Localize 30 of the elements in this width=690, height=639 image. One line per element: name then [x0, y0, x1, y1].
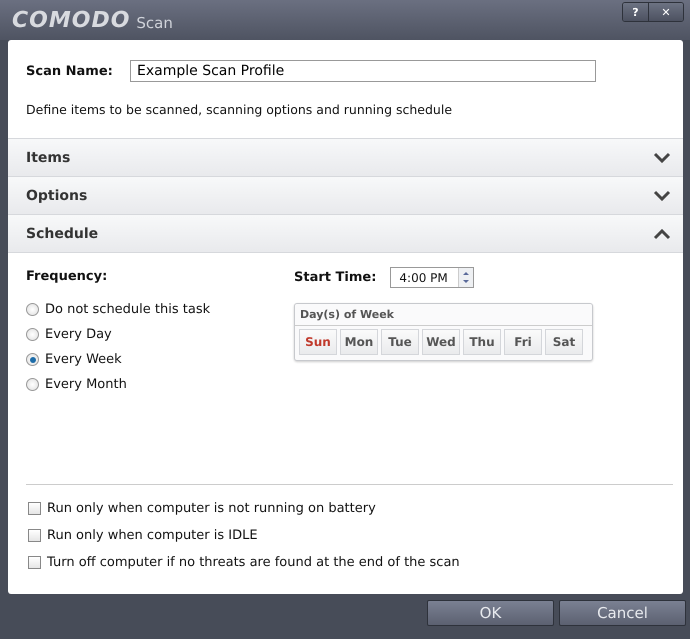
section-header[interactable]: Items	[8, 138, 683, 176]
panel-title: Day(s) of Week	[300, 308, 394, 321]
field-label: Scan Name:	[26, 64, 114, 78]
radio-label: Every Week	[45, 352, 122, 367]
checkbox-label: Run only when computer is not running on battery	[47, 501, 376, 516]
day-toggle[interactable]: Tue	[381, 329, 419, 355]
radio-label: Every Month	[45, 377, 127, 392]
radio-label: Do not schedule this task	[45, 302, 210, 317]
close-button[interactable]: ✕	[649, 3, 683, 21]
time-field[interactable]: 4:00 PM	[390, 267, 474, 288]
frequency-label: Frequency:	[26, 269, 108, 284]
section-header[interactable]: Options	[8, 176, 683, 214]
day-toggle[interactable]: Wed	[422, 329, 460, 355]
radio-label: Every Day	[45, 327, 112, 342]
window-title: Scan	[136, 14, 173, 32]
ok-button[interactable]: OK	[427, 600, 554, 626]
day-toggle[interactable]: Sun	[299, 329, 337, 355]
day-toggle[interactable]: Sat	[545, 329, 583, 355]
description: Define items to be scanned, scanning options and running schedule	[26, 102, 452, 117]
checkbox-label: Turn off computer if no threats are found at the end of the scan	[47, 555, 460, 570]
day-toggle[interactable]: Thu	[463, 329, 501, 355]
day-toggle[interactable]: Fri	[504, 329, 542, 355]
start-time-label: Start Time:	[294, 270, 376, 285]
scan-name-field[interactable]: Example Scan Profile	[130, 60, 596, 82]
help-button[interactable]: ?	[623, 3, 649, 21]
section-header[interactable]: Schedule	[8, 214, 683, 252]
logo: COMODO	[12, 8, 130, 32]
day-toggle[interactable]: Mon	[340, 329, 378, 355]
checkbox-label: Run only when computer is IDLE	[47, 528, 258, 543]
cancel-button[interactable]: Cancel	[559, 600, 686, 626]
